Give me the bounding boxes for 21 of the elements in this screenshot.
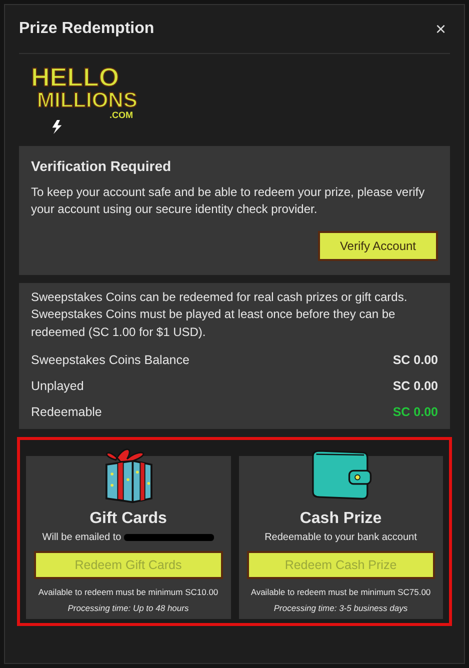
processing-note: Processing time: Up to 48 hours (68, 602, 189, 613)
option-title: Gift Cards (90, 510, 167, 528)
verification-text: To keep your account safe and be able to redeem your prize, please verify your account using our secure identity check provider. (31, 184, 426, 218)
row-value: SC 0.00 (392, 378, 438, 393)
minimum-note: Available to redeem must be minimum SC75.00 (250, 586, 431, 597)
verify-account-button[interactable]: Verify Account (318, 230, 438, 261)
row-value: SC 0.00 (392, 404, 438, 419)
dialog-title: Prize Redemption (19, 20, 154, 38)
card-title: Verification Required (31, 158, 172, 174)
logo: HELLO MILLIONS .COM (31, 64, 141, 134)
row-label: Unplayed (31, 378, 84, 393)
minimum-note: Available to redeem must be minimum SC10.00 (38, 586, 218, 597)
row-value: SC 0.00 (392, 352, 438, 367)
option-subtitle: Redeemable to your bank account (264, 532, 417, 543)
row-label: Sweepstakes Coins Balance (31, 352, 190, 367)
info-text: Sweepstakes Coins can be redeemed for real cash prizes or gift cards. Sweepstakes Coins must be played at least once before they can be redeemed (SC 1.00 for $1 USD). (31, 288, 408, 341)
close-button[interactable]: × (431, 18, 450, 40)
processing-note: Processing time: 3-5 business days (274, 602, 408, 613)
row-label: Redeemable (31, 404, 102, 419)
option-title: Cash Prize (300, 510, 382, 528)
option-subtitle: Will be emailed to (42, 532, 122, 543)
